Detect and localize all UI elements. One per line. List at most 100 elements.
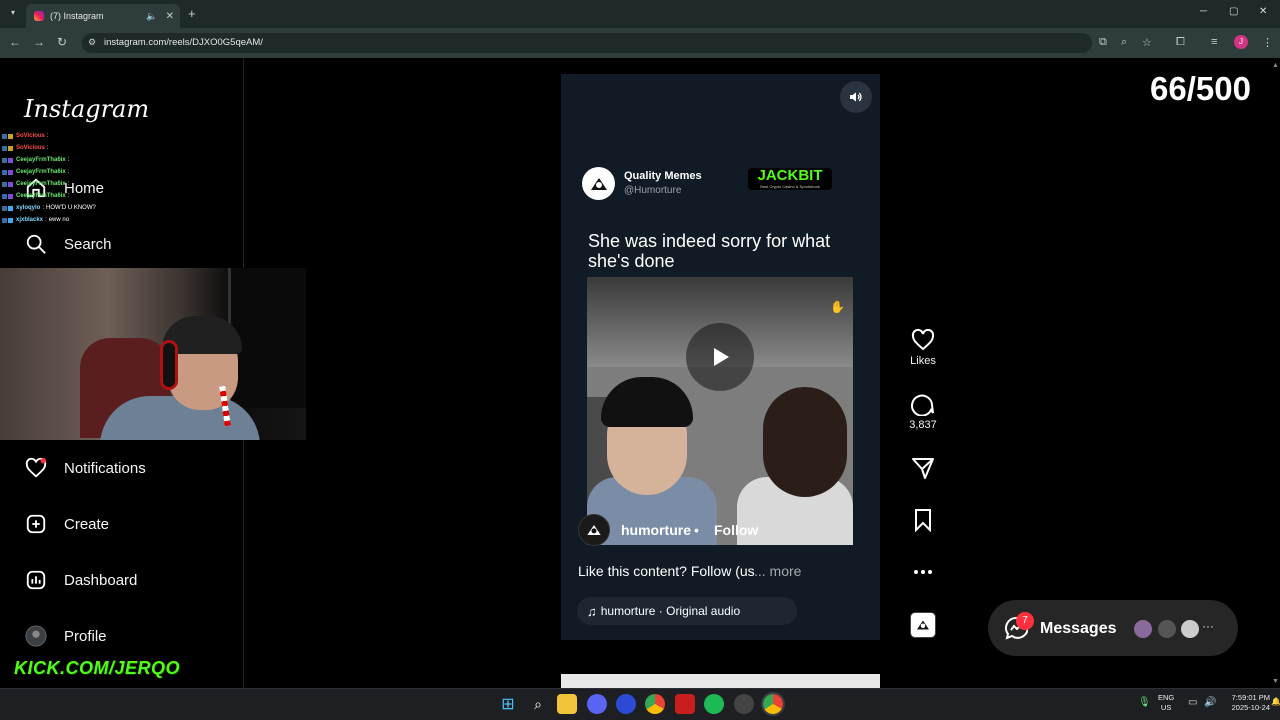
scroll-up-arrow-icon[interactable]: ▲ bbox=[1272, 62, 1279, 69]
save-button[interactable] bbox=[904, 508, 942, 532]
meme-caption: She was indeed sorry for what she's done bbox=[588, 231, 831, 271]
sidebar-item-label: Dashboard bbox=[64, 571, 138, 589]
discord-icon[interactable] bbox=[587, 694, 607, 714]
original-audio-link[interactable]: ♫ humorture · Original audio bbox=[577, 597, 797, 625]
network-icon[interactable]: ▭ bbox=[1188, 697, 1197, 708]
windows-taskbar bbox=[0, 688, 1280, 720]
sidebar-item-label: Notifications bbox=[64, 459, 146, 477]
windows-start-icon[interactable]: ⊞ bbox=[498, 694, 518, 714]
conversation-avatar bbox=[1132, 618, 1154, 640]
follow-button[interactable]: Follow bbox=[714, 522, 758, 538]
instagram-favicon-icon bbox=[34, 11, 44, 21]
taskbar-search-icon[interactable]: ⌕ bbox=[528, 694, 548, 714]
bookmark-star-icon[interactable]: ☆ bbox=[1142, 36, 1152, 49]
more-options-button[interactable] bbox=[904, 560, 942, 584]
kick-url-overlay: KICK.COM/JERQO bbox=[14, 658, 181, 678]
sidebar-item-label: Profile bbox=[64, 627, 107, 645]
author-avatar[interactable] bbox=[578, 514, 610, 546]
address-bar[interactable]: instagram.com/reels/DJXO0G5qeAM/ bbox=[82, 33, 1092, 53]
chrome-active-icon[interactable] bbox=[761, 692, 785, 716]
instagram-logo[interactable]: Instagram bbox=[24, 95, 149, 123]
like-button[interactable]: Likes bbox=[904, 328, 942, 367]
chat-message: CeejayFrmTha6ix: bbox=[2, 190, 122, 202]
more-link[interactable]: ... more bbox=[754, 563, 801, 579]
audio-thumbnail[interactable] bbox=[910, 612, 936, 638]
system-clock[interactable]: 7:59:01 PM 2025-10-24 bbox=[1224, 693, 1270, 713]
reload-icon[interactable]: ↻ bbox=[57, 35, 67, 49]
comments-count: 3,837 bbox=[909, 419, 937, 431]
author-username[interactable]: humorture bbox=[621, 522, 691, 538]
messages-label: Messages bbox=[1040, 620, 1117, 637]
volume-icon bbox=[850, 92, 862, 102]
music-note-icon: ♫ bbox=[587, 603, 597, 619]
browser-tab[interactable]: (7) Instagram 🔈 ✕ bbox=[26, 4, 180, 28]
obs-icon[interactable] bbox=[734, 694, 754, 714]
send-icon bbox=[912, 458, 934, 479]
sidebar-item-notifications[interactable]: Notifications bbox=[24, 456, 146, 480]
volume-button[interactable] bbox=[840, 81, 872, 113]
avatar-icon bbox=[24, 624, 48, 648]
profile-avatar[interactable]: J bbox=[1234, 35, 1248, 49]
webcam-overlay bbox=[0, 268, 306, 440]
stream-counter: 66/500 bbox=[1150, 70, 1251, 107]
play-button[interactable] bbox=[686, 323, 754, 391]
window-close-button[interactable]: ✕ bbox=[1259, 6, 1267, 17]
dashboard-icon bbox=[24, 568, 48, 592]
sidebar-item-dashboard[interactable]: Dashboard bbox=[24, 568, 137, 592]
window-maximize-button[interactable]: ▢ bbox=[1229, 6, 1238, 17]
separator-dot: • bbox=[694, 522, 699, 538]
chat-message: CeejayFrmTha6ix: bbox=[2, 166, 122, 178]
tab-audio-icon[interactable]: 🔈 bbox=[146, 11, 157, 22]
sponsor-logo: JACKBIT Best Crypto Casino & Sportsbook bbox=[748, 168, 832, 190]
play-icon bbox=[714, 348, 729, 366]
unread-badge: 7 bbox=[1016, 612, 1034, 630]
notification-bell-icon[interactable]: 🔔 bbox=[1271, 697, 1280, 706]
meme-page-avatar bbox=[582, 167, 615, 200]
sidebar-item-label: Create bbox=[64, 515, 110, 533]
back-arrow-icon[interactable]: ← bbox=[9, 35, 21, 49]
chat-message: xjxblackx: eww no bbox=[2, 214, 122, 226]
share-button[interactable] bbox=[904, 456, 942, 480]
extensions-icon[interactable]: ⧠ bbox=[1176, 36, 1185, 49]
media-control-icon[interactable]: ≡ bbox=[1211, 36, 1217, 48]
sidebar-item-search[interactable]: Search bbox=[24, 232, 112, 256]
comment-button[interactable]: 3,837 bbox=[904, 392, 942, 431]
plus-square-icon bbox=[24, 512, 48, 536]
tab-close-button[interactable]: ✕ bbox=[166, 11, 174, 22]
browser-menu-icon[interactable]: ⋮ bbox=[1262, 36, 1273, 49]
tab-title: (7) Instagram bbox=[50, 11, 104, 21]
scroll-down-arrow-icon[interactable]: ▼ bbox=[1272, 678, 1279, 685]
speaker-icon[interactable]: 🔊 bbox=[1204, 697, 1216, 708]
conversation-avatar bbox=[1156, 618, 1178, 640]
streamer-app-icon[interactable] bbox=[675, 694, 695, 714]
microphone-icon[interactable]: 🎙 bbox=[1138, 697, 1151, 708]
sidebar-item-label: Search bbox=[64, 235, 112, 253]
chrome-icon[interactable] bbox=[645, 694, 665, 714]
sidebar-item-create[interactable]: Create bbox=[24, 512, 109, 536]
language-indicator[interactable]: ENG US bbox=[1158, 693, 1174, 713]
forward-arrow-icon[interactable]: → bbox=[33, 35, 45, 49]
page-scrollbar[interactable] bbox=[1270, 58, 1280, 688]
sidebar-item-profile[interactable]: Profile bbox=[24, 624, 107, 648]
heart-icon bbox=[911, 328, 935, 351]
audio-label: humorture · Original audio bbox=[600, 604, 741, 618]
tab-search-button[interactable]: ▾ bbox=[6, 6, 20, 20]
cursor-icon: ✋ bbox=[830, 300, 845, 314]
chat-message: SoVicious: bbox=[2, 130, 122, 142]
chat-message: SoVicious: bbox=[2, 142, 122, 154]
install-app-icon[interactable]: ⧉ bbox=[1099, 36, 1107, 49]
zoom-icon[interactable]: ⌕ bbox=[1121, 36, 1127, 49]
likes-label: Likes bbox=[910, 355, 936, 367]
spotify-icon[interactable] bbox=[704, 694, 724, 714]
search-icon bbox=[24, 232, 48, 256]
chat-message: CeejayFrmTha6ix: bbox=[2, 178, 122, 190]
window-minimize-button[interactable]: ─ bbox=[1200, 6, 1207, 17]
file-explorer-icon[interactable] bbox=[557, 694, 577, 714]
chat-message: CeejayFrmTha6ix: bbox=[2, 154, 122, 166]
app-icon[interactable] bbox=[616, 694, 636, 714]
next-reel-preview[interactable] bbox=[561, 674, 880, 688]
stream-chat-overlay: SoVicious: SoVicious: CeejayFrmTha6ix: C… bbox=[2, 130, 122, 226]
new-tab-button[interactable]: + bbox=[188, 6, 196, 21]
bookmark-icon bbox=[915, 509, 931, 532]
site-info-icon[interactable]: ⚙ bbox=[88, 37, 96, 48]
